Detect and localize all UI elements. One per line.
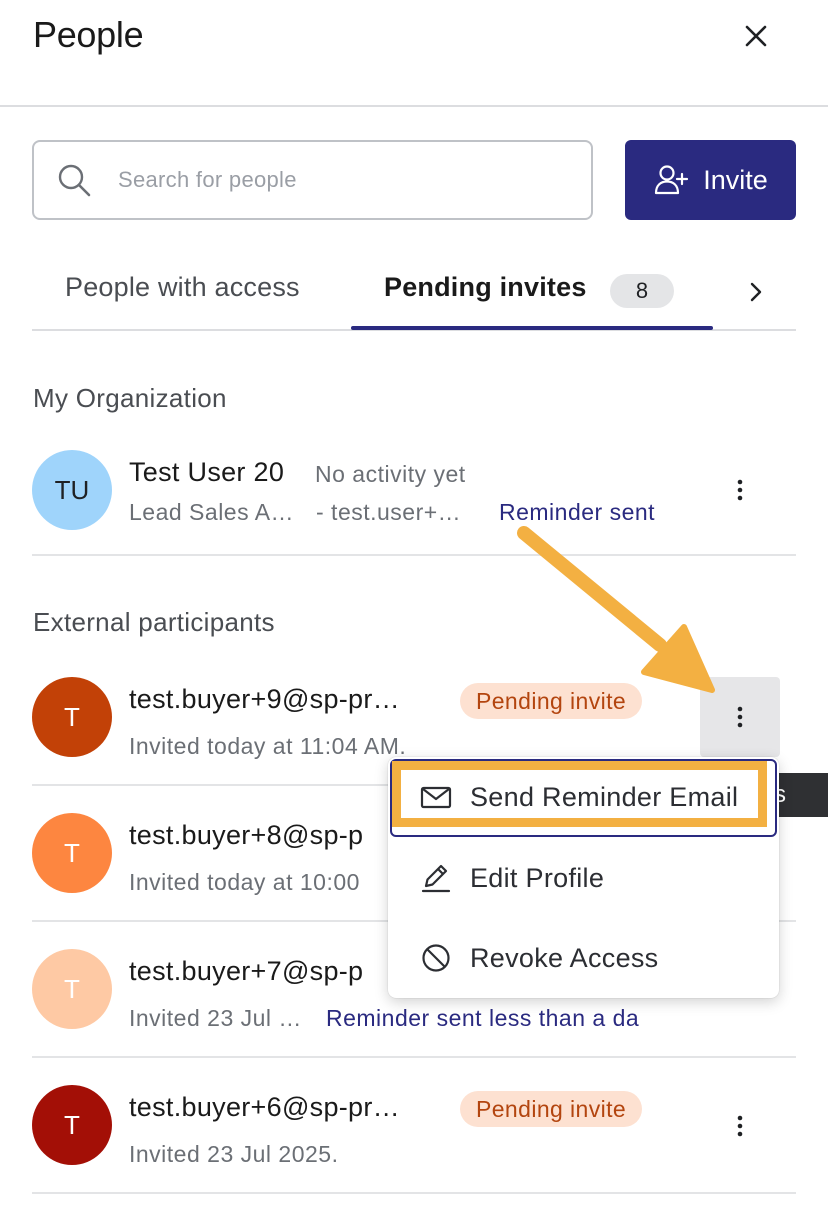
- menu-item-edit-profile[interactable]: Edit Profile: [388, 838, 779, 918]
- status-badge: Pending invite: [460, 1091, 643, 1127]
- menu-item-label: Send Reminder Email: [470, 781, 739, 812]
- search-input[interactable]: [118, 160, 568, 200]
- invited-time: Invited today at 10:00: [129, 869, 360, 895]
- header-divider: [0, 105, 828, 107]
- tabs-next-button[interactable]: [736, 272, 776, 312]
- more-vertical-icon: [737, 1115, 743, 1137]
- tab-pending-invites[interactable]: Pending invites: [384, 272, 587, 303]
- envelope-icon: [420, 786, 452, 809]
- row-options-button[interactable]: [700, 677, 780, 757]
- row-options-button[interactable]: [720, 470, 760, 510]
- person-email: test.buyer+9@sp-pr…: [129, 684, 400, 714]
- invite-button[interactable]: Invite: [625, 140, 796, 220]
- reminder-status: Reminder sent: [499, 499, 656, 525]
- row-context-menu: Send Reminder Email Edit Profile Revoke …: [388, 757, 779, 998]
- active-tab-indicator: [351, 326, 713, 330]
- invited-time: Invited 23 Jul 2025.: [129, 1141, 339, 1167]
- avatar: T: [32, 677, 112, 757]
- menu-item-label: Revoke Access: [470, 942, 659, 973]
- more-vertical-icon: [737, 706, 743, 728]
- reminder-status: Reminder sent less than a da: [326, 1005, 640, 1031]
- invited-time: Invited today at 11:04 AM.: [129, 733, 407, 759]
- row-divider: [32, 1192, 796, 1194]
- invited-time: Invited 23 Jul …: [129, 1005, 302, 1031]
- person-email: - test.user+…: [316, 499, 462, 525]
- menu-item-send-reminder-email[interactable]: Send Reminder Email: [388, 757, 779, 837]
- avatar: T: [32, 813, 112, 893]
- menu-item-revoke-access[interactable]: Revoke Access: [388, 918, 779, 998]
- block-icon: [422, 944, 450, 972]
- menu-item-label: Edit Profile: [470, 862, 605, 893]
- person-job-title: Lead Sales A…: [129, 499, 295, 525]
- section-title-external-participants: External participants: [33, 607, 275, 637]
- invite-button-label: Invite: [703, 164, 768, 195]
- close-button[interactable]: [736, 16, 776, 56]
- add-person-icon: [655, 165, 689, 195]
- avatar: TU: [32, 450, 112, 530]
- row-divider: [32, 554, 796, 556]
- tab-people-with-access[interactable]: People with access: [65, 272, 300, 303]
- close-icon: [745, 25, 767, 47]
- search-icon: [58, 164, 91, 197]
- page-title: People: [33, 14, 144, 55]
- avatar: T: [32, 949, 112, 1029]
- person-email: test.buyer+8@sp-p: [129, 820, 364, 850]
- person-email: test.buyer+6@sp-pr…: [129, 1092, 400, 1122]
- pending-count-badge: 8: [610, 274, 674, 308]
- search-box[interactable]: [32, 140, 593, 220]
- row-options-button[interactable]: [720, 1106, 760, 1146]
- avatar: T: [32, 1085, 112, 1165]
- status-badge: Pending invite: [460, 683, 643, 719]
- more-vertical-icon: [737, 479, 743, 501]
- pencil-icon: [421, 864, 451, 893]
- chevron-right-icon: [750, 282, 762, 302]
- section-title-my-organization: My Organization: [33, 383, 227, 413]
- row-divider: [32, 1056, 796, 1058]
- person-email: test.buyer+7@sp-p: [129, 956, 364, 986]
- activity-status: No activity yet: [315, 461, 466, 487]
- person-name: Test User 20: [129, 457, 285, 487]
